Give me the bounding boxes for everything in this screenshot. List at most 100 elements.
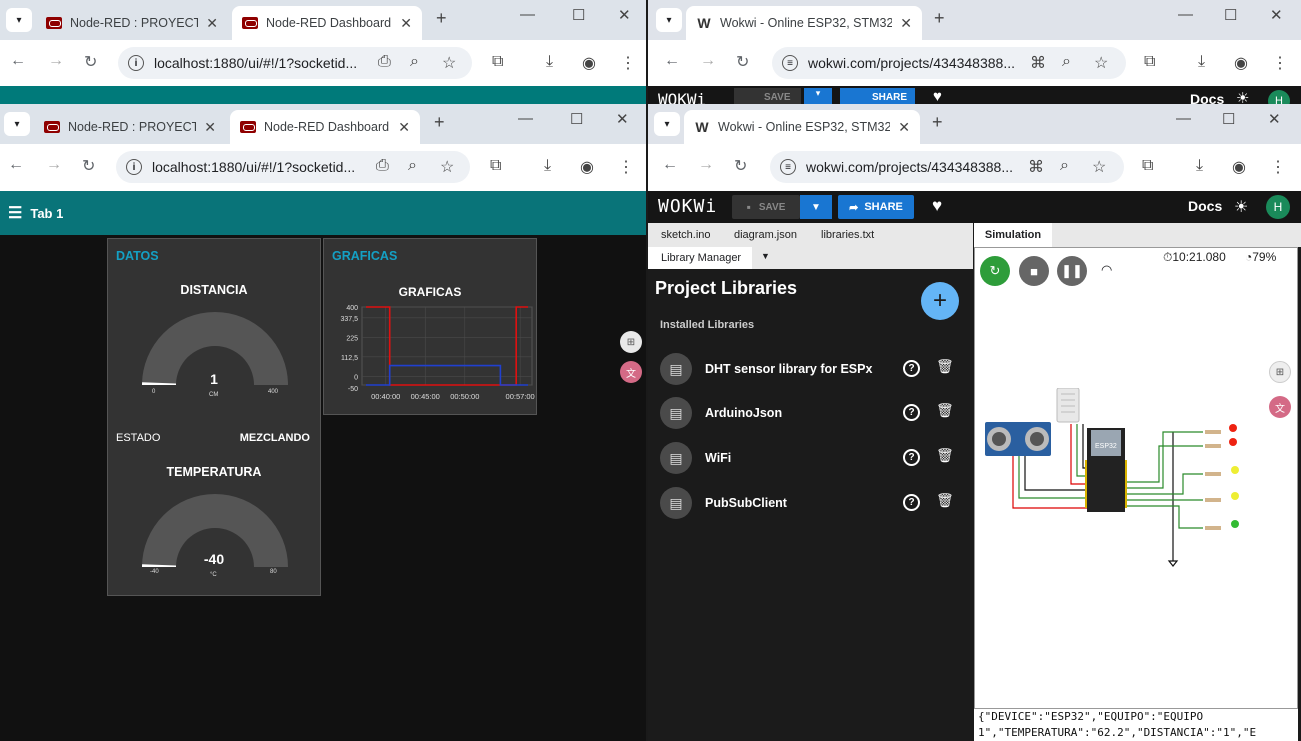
profile-icon[interactable]: ◉	[1234, 53, 1248, 73]
zoom-icon[interactable]: ⌕	[410, 53, 419, 71]
back-icon[interactable]: ←	[662, 156, 678, 174]
avatar[interactable]: H	[1266, 195, 1290, 219]
maximize-icon[interactable]: ☐	[1224, 6, 1237, 24]
help-icon[interactable]: ?	[903, 360, 920, 377]
save-dropdown-button[interactable]: ▾	[804, 88, 832, 104]
star-icon[interactable]: ☆	[1092, 157, 1106, 177]
site-info-icon[interactable]: i	[126, 159, 142, 175]
download-icon[interactable]: ⤓	[1196, 157, 1203, 175]
floating-translate-icon[interactable]: 文	[620, 361, 642, 383]
help-icon[interactable]: ?	[903, 449, 920, 466]
add-library-button[interactable]: +	[921, 282, 959, 320]
back-icon[interactable]: ←	[10, 52, 26, 70]
share-button[interactable]: ➦ SHARE	[838, 195, 914, 219]
close-icon[interactable]: ✕	[900, 15, 912, 32]
reload-icon[interactable]: ↻	[82, 156, 95, 176]
tab-node-red-dashboard[interactable]: Node-RED Dashboard ✕	[232, 6, 422, 40]
tab-sketch-ino[interactable]: sketch.ino	[661, 229, 711, 241]
forward-icon[interactable]: →	[46, 156, 62, 174]
zoom-icon[interactable]: ⌕	[408, 157, 417, 175]
forward-icon[interactable]: →	[48, 52, 64, 70]
close-window-icon[interactable]: ✕	[618, 6, 631, 24]
help-icon[interactable]: ?	[903, 404, 920, 421]
close-icon[interactable]: ✕	[206, 15, 218, 32]
tab-node-red-proyecto[interactable]: Node-RED : PROYECTO ✕	[34, 110, 226, 144]
close-window-icon[interactable]: ✕	[616, 110, 629, 128]
menu-icon[interactable]: ⋮	[618, 157, 634, 177]
profile-icon[interactable]: ◉	[1232, 157, 1246, 177]
restart-button[interactable]: ↻	[980, 256, 1010, 286]
tab-search-button[interactable]: ▾	[4, 112, 30, 136]
close-icon[interactable]: ✕	[400, 15, 412, 32]
tab-search-button[interactable]: ▾	[656, 8, 682, 32]
help-icon[interactable]: ?	[903, 494, 920, 511]
close-icon[interactable]: ✕	[898, 119, 910, 136]
install-icon[interactable]: ⎙	[378, 53, 391, 71]
minimize-icon[interactable]: —	[1178, 6, 1193, 23]
new-tab-icon[interactable]: +	[434, 112, 445, 133]
reload-icon[interactable]: ↻	[734, 156, 747, 176]
save-button[interactable]: ▪ SAVE	[732, 195, 800, 219]
profile-icon[interactable]: ◉	[580, 157, 594, 177]
theme-icon[interactable]: ☀	[1234, 197, 1248, 217]
trash-icon[interactable]: 🗑	[936, 358, 954, 375]
heart-icon[interactable]: ♥	[932, 196, 942, 216]
tab-wokwi[interactable]: W Wokwi - Online ESP32, STM32, A ✕	[686, 6, 922, 40]
star-icon[interactable]: ☆	[442, 53, 456, 73]
tab-diagram-json[interactable]: diagram.json	[734, 229, 797, 241]
extensions-icon[interactable]: ⧉	[490, 157, 501, 175]
docs-link[interactable]: Docs	[1190, 91, 1224, 104]
minimize-icon[interactable]: —	[520, 6, 535, 23]
close-window-icon[interactable]: ✕	[1270, 6, 1283, 24]
maximize-icon[interactable]: ☐	[572, 6, 585, 24]
tab-node-red-proyecto[interactable]: Node-RED : PROYECTO ✕	[36, 6, 228, 40]
close-icon[interactable]: ✕	[204, 119, 216, 136]
minimize-icon[interactable]: —	[1176, 110, 1191, 127]
trash-icon[interactable]: 🗑	[936, 447, 954, 464]
library-tab-dropdown-icon[interactable]: ▼	[761, 251, 770, 261]
address-bar[interactable]: ≡ wokwi.com/projects/434348388...	[772, 47, 1126, 79]
translate-icon[interactable]: ⌘	[1028, 157, 1044, 177]
tab-library-manager[interactable]: Library Manager	[648, 247, 752, 269]
extensions-icon[interactable]: ⧉	[1142, 157, 1153, 175]
menu-icon[interactable]: ⋮	[1272, 53, 1288, 73]
install-icon[interactable]: ⎙	[376, 157, 389, 175]
tab-simulation[interactable]: Simulation	[974, 223, 1052, 247]
new-tab-icon[interactable]: +	[934, 8, 945, 29]
back-icon[interactable]: ←	[8, 156, 24, 174]
save-button[interactable]: SAVE	[734, 88, 801, 104]
floating-tools-icon[interactable]: ⊞	[620, 331, 642, 353]
tab-wokwi[interactable]: W Wokwi - Online ESP32, STM32, A ✕	[684, 110, 920, 144]
profile-icon[interactable]: ◉	[582, 53, 596, 73]
forward-icon[interactable]: →	[698, 156, 714, 174]
trash-icon[interactable]: 🗑	[936, 402, 954, 419]
tab-node-red-dashboard[interactable]: Node-RED Dashboard ✕	[230, 110, 420, 144]
reload-icon[interactable]: ↻	[736, 52, 749, 72]
new-tab-icon[interactable]: +	[436, 8, 447, 29]
forward-icon[interactable]: →	[700, 52, 716, 70]
avatar[interactable]: H	[1268, 90, 1290, 104]
reload-icon[interactable]: ↻	[84, 52, 97, 72]
tab-search-button[interactable]: ▾	[654, 112, 680, 136]
hamburger-menu-icon[interactable]: ☰	[8, 203, 22, 223]
stop-button[interactable]: ■	[1019, 256, 1049, 286]
save-dropdown-button[interactable]: ▼	[800, 195, 832, 219]
zoom-icon[interactable]: ⌕	[1060, 157, 1069, 175]
tab-search-button[interactable]: ▾	[6, 8, 32, 32]
menu-icon[interactable]: ⋮	[620, 53, 636, 73]
extensions-icon[interactable]: ⧉	[1144, 53, 1155, 71]
download-icon[interactable]: ⤓	[546, 53, 553, 71]
close-window-icon[interactable]: ✕	[1268, 110, 1281, 128]
download-icon[interactable]: ⤓	[1198, 53, 1205, 71]
address-bar[interactable]: ≡ wokwi.com/projects/434348388...	[770, 151, 1124, 183]
heart-icon[interactable]: ♥	[933, 88, 942, 104]
back-icon[interactable]: ←	[664, 52, 680, 70]
pause-button[interactable]: ❚❚	[1057, 256, 1087, 286]
trash-icon[interactable]: 🗑	[936, 492, 954, 509]
site-info-icon[interactable]: i	[128, 55, 144, 71]
wokwi-logo[interactable]: WOKWi	[658, 196, 717, 217]
share-button[interactable]: SHARE	[840, 88, 916, 104]
docs-link[interactable]: Docs	[1188, 198, 1222, 214]
extensions-icon[interactable]: ⧉	[492, 53, 503, 71]
maximize-icon[interactable]: ☐	[1222, 110, 1235, 128]
